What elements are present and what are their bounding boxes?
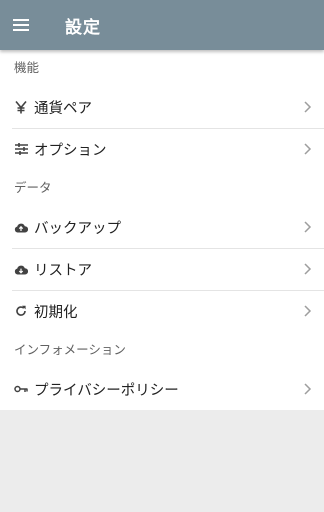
row-label: オプション (34, 142, 107, 159)
row-label: プライバシーポリシー (34, 382, 179, 399)
row-reset[interactable]: 初期化 (0, 290, 324, 332)
row-privacy-policy[interactable]: プライバシーポリシー (0, 368, 324, 410)
chevron-right-icon (304, 221, 312, 233)
key-icon (14, 382, 28, 396)
section-header-data: データ (14, 180, 52, 195)
row-restore[interactable]: リストア (0, 248, 324, 290)
yen-icon (14, 100, 28, 114)
chevron-right-icon (304, 143, 312, 155)
chevron-right-icon (304, 263, 312, 275)
cloud-upload-icon (14, 220, 28, 234)
chevron-right-icon (304, 101, 312, 113)
app-bar: 設定 (0, 0, 324, 50)
section-information: プライバシーポリシー (0, 368, 324, 410)
cloud-download-icon (14, 262, 28, 276)
section-header-features: 機能 (14, 60, 40, 75)
row-label: 初期化 (34, 304, 78, 321)
chevron-right-icon (304, 305, 312, 317)
row-label: 通貨ペア (34, 100, 92, 117)
chevron-right-icon (304, 383, 312, 395)
hamburger-menu-icon[interactable] (13, 16, 35, 34)
section-data: バックアップ リストア 初期化 (0, 206, 324, 332)
section-features: 通貨ペア オプション (0, 86, 324, 170)
row-label: リストア (34, 262, 92, 279)
row-currency-pair[interactable]: 通貨ペア (0, 86, 324, 128)
refresh-icon (14, 304, 28, 318)
page-title: 設定 (65, 17, 101, 38)
row-backup[interactable]: バックアップ (0, 206, 324, 248)
tune-icon (14, 142, 28, 156)
row-options[interactable]: オプション (0, 128, 324, 170)
settings-list: 機能 通貨ペア オプション データ バックアップ リストア 初期化 インフォメー… (0, 50, 324, 410)
row-label: バックアップ (34, 220, 121, 237)
section-header-information: インフォメーション (14, 342, 126, 357)
